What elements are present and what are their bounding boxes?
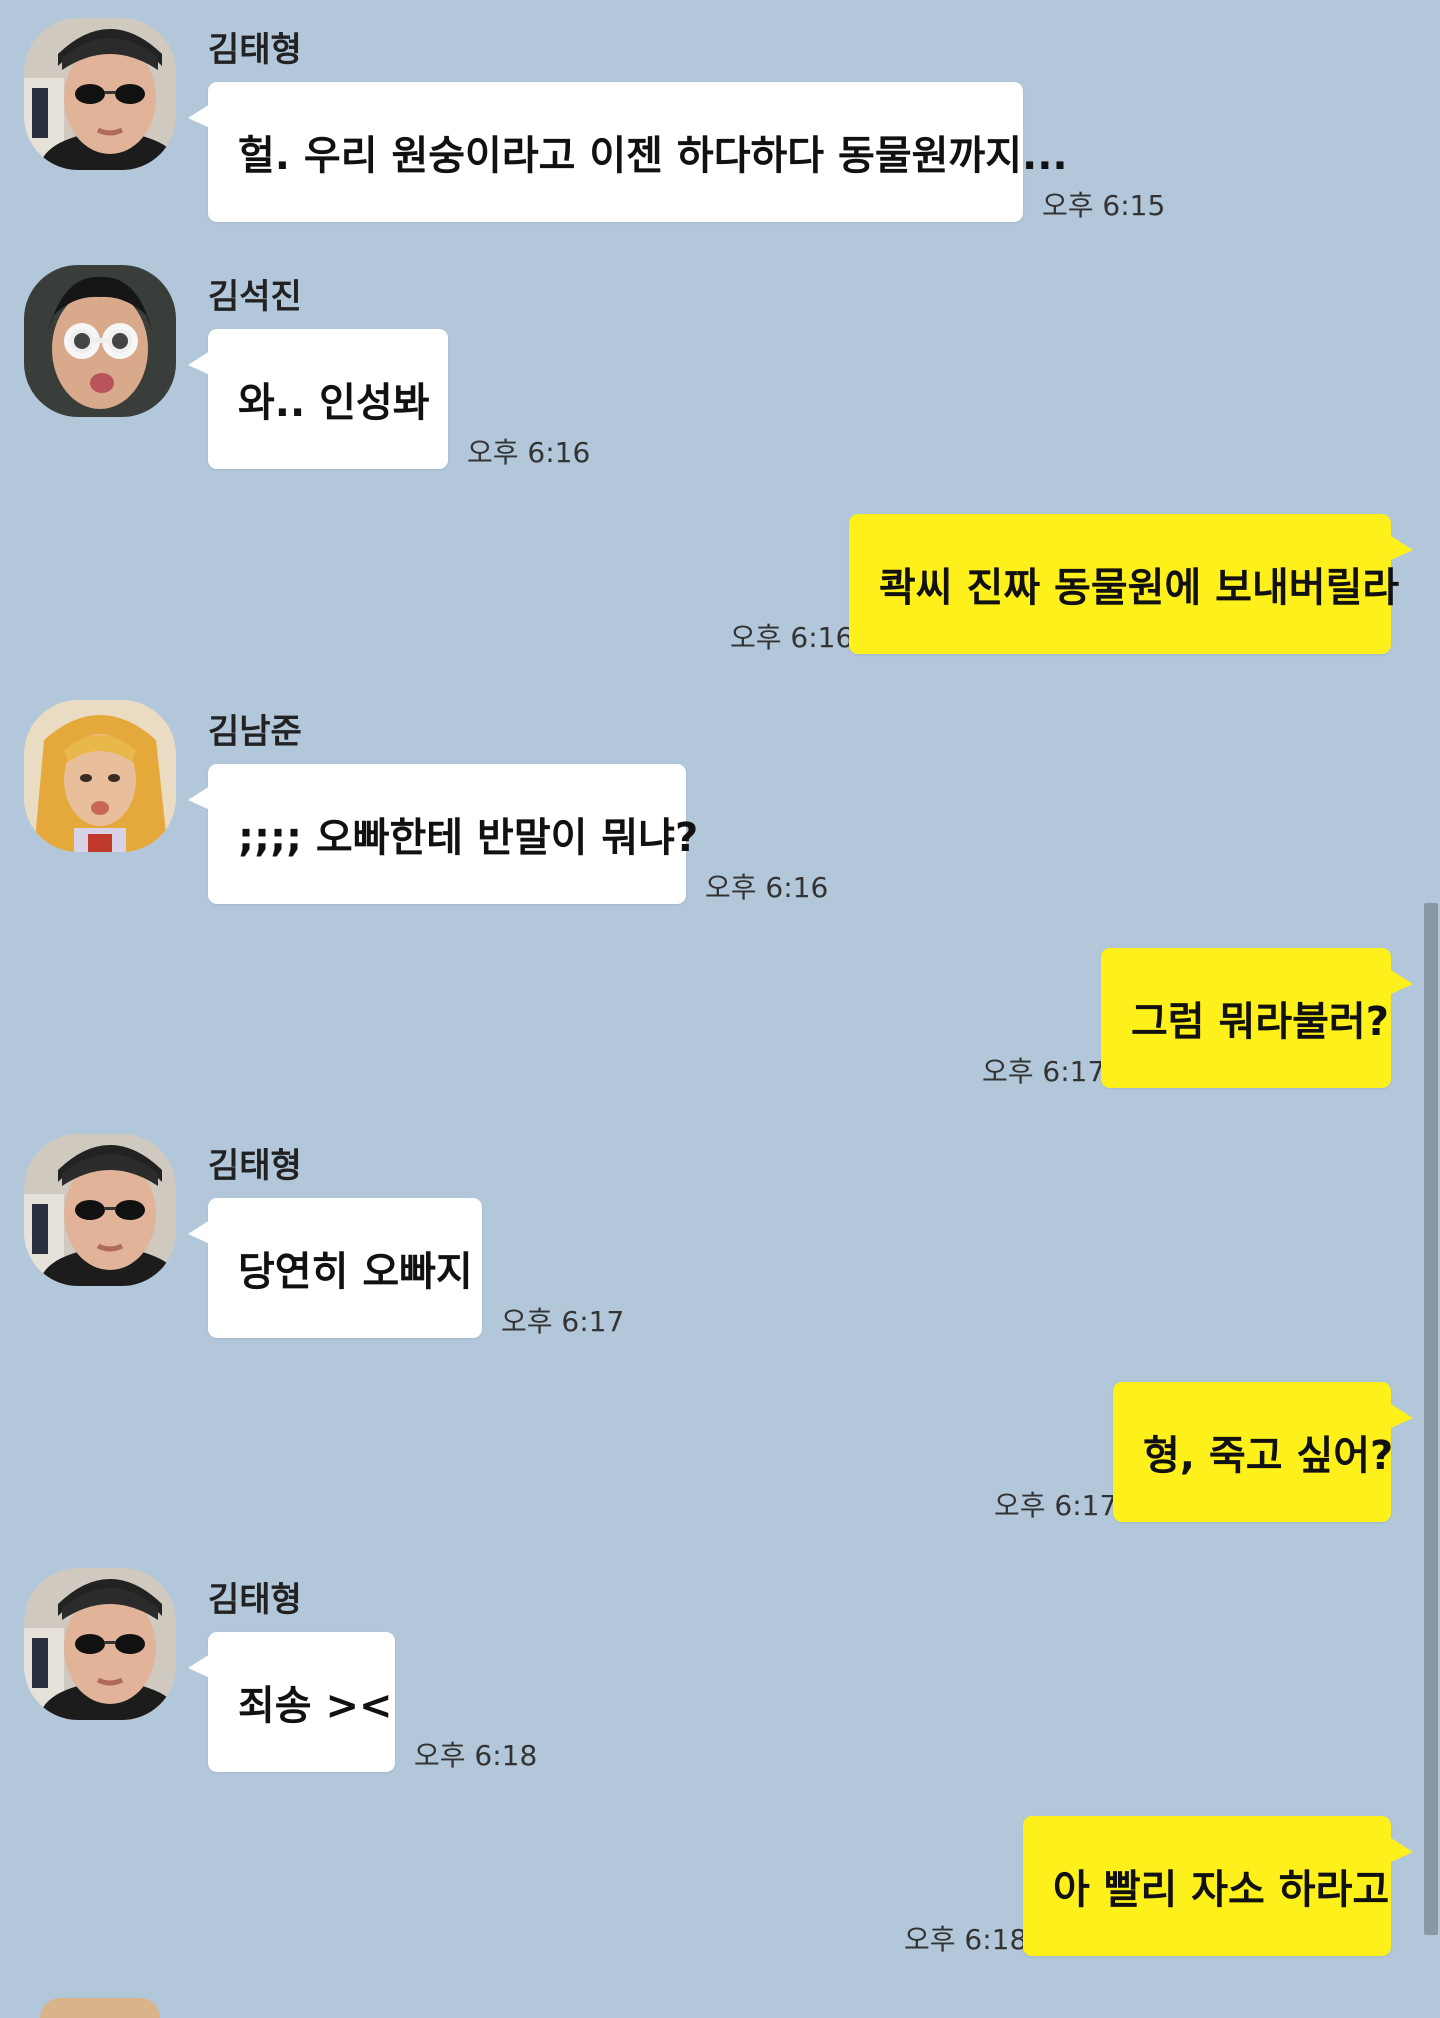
message-bubble[interactable]: 당연히 오빠지 <box>188 1198 482 1338</box>
message-time: 오후 6:16 <box>467 436 591 469</box>
sender-name: 김남준 <box>208 712 302 752</box>
sender-name: 김태형 <box>208 1146 302 1186</box>
message-bubble[interactable]: 형, 죽고 싶어? <box>1113 1382 1413 1522</box>
message-bubble[interactable]: 헐. 우리 원숭이라고 이젠 하다하다 동물원까지... <box>188 82 1068 222</box>
message-bubble[interactable]: 그럼 뭐라불러? <box>1101 948 1413 1088</box>
message-time: 오후 6:17 <box>982 1055 1106 1088</box>
message-bubble[interactable]: ;;;; 오빠한테 반말이 뭐냐? <box>188 764 698 904</box>
message-bubble[interactable]: 아 빨리 자소 하라고 <box>1023 1816 1413 1956</box>
message-time: 오후 6:17 <box>501 1305 625 1338</box>
message-time: 오후 6:18 <box>904 1923 1028 1956</box>
message-time: 오후 6:17 <box>994 1489 1118 1522</box>
avatar[interactable] <box>24 265 176 417</box>
avatar[interactable] <box>40 1998 160 2018</box>
avatar[interactable] <box>24 18 176 170</box>
avatar[interactable] <box>24 1134 176 1286</box>
sender-name: 김태형 <box>208 30 302 70</box>
avatar-taehyung-icon <box>24 1568 176 1720</box>
message-bubble[interactable]: 콱씨 진짜 동물원에 보내버릴라 <box>849 514 1413 654</box>
avatar-namjoon-icon <box>24 700 176 852</box>
sender-name: 김석진 <box>208 277 302 317</box>
message-bubble[interactable]: 와.. 인성봐 <box>188 329 448 469</box>
avatar-taehyung-icon <box>24 18 176 170</box>
message-time: 오후 6:16 <box>705 871 829 904</box>
message-time: 오후 6:18 <box>414 1739 538 1772</box>
scrollbar[interactable] <box>1424 903 1438 1935</box>
message-time: 오후 6:15 <box>1042 189 1166 222</box>
sender-name: 김태형 <box>208 1580 302 1620</box>
avatar[interactable] <box>24 700 176 852</box>
message-bubble[interactable]: 죄송 >< <box>188 1632 395 1772</box>
avatar-taehyung-icon <box>24 1134 176 1286</box>
avatar-seokjin-icon <box>24 265 176 417</box>
message-time: 오후 6:16 <box>730 621 854 654</box>
avatar[interactable] <box>24 1568 176 1720</box>
